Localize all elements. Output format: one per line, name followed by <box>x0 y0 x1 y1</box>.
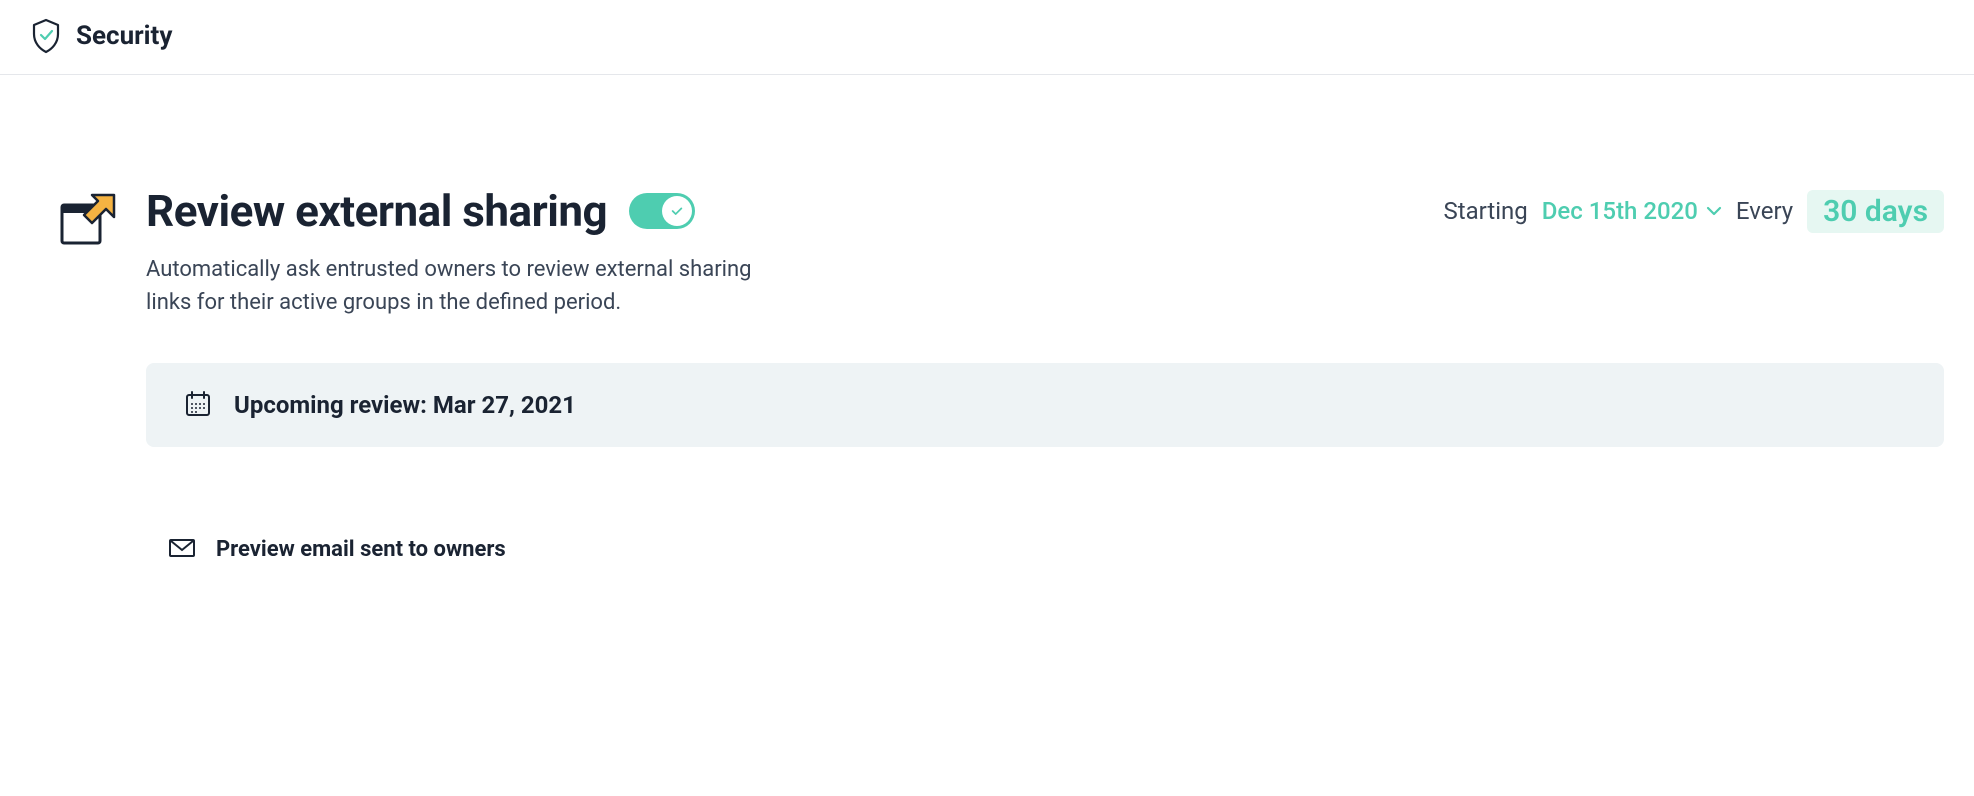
preview-email-text: Preview email sent to owners <box>216 537 506 562</box>
feature-title: Review external sharing <box>146 185 607 237</box>
chevron-down-icon <box>1706 206 1722 216</box>
starting-date-picker[interactable]: Dec 15th 2020 <box>1542 197 1722 225</box>
content-area: Review external sharing Starting Dec 15t… <box>0 75 1974 592</box>
every-label: Every <box>1736 197 1793 225</box>
preview-email-link[interactable]: Preview email sent to owners <box>168 537 506 562</box>
every-value-input[interactable]: 30 days <box>1807 190 1944 233</box>
feature-description: Automatically ask entrusted owners to re… <box>146 253 766 319</box>
upcoming-review-banner: Upcoming review: Mar 27, 2021 <box>146 363 1944 447</box>
page-title: Security <box>76 21 172 51</box>
mail-icon <box>168 538 196 562</box>
external-share-icon <box>58 191 116 249</box>
starting-label: Starting <box>1443 197 1527 225</box>
feature-toggle[interactable] <box>629 193 695 229</box>
schedule-controls: Starting Dec 15th 2020 Every 30 days <box>1443 190 1944 233</box>
page-header: Security <box>0 0 1974 75</box>
toggle-knob <box>662 196 692 226</box>
upcoming-review-text: Upcoming review: Mar 27, 2021 <box>234 391 576 419</box>
calendar-icon <box>184 389 212 421</box>
starting-date-value: Dec 15th 2020 <box>1542 197 1698 225</box>
shield-check-icon <box>30 18 62 54</box>
